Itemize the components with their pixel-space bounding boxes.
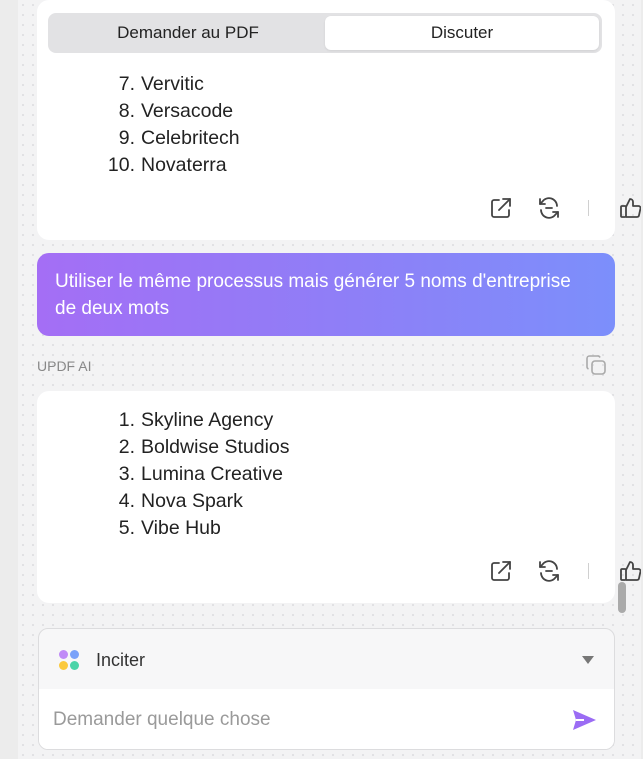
list-item: 5. Vibe Hub bbox=[118, 517, 221, 539]
thumbs-up-icon[interactable] bbox=[617, 194, 641, 222]
user-message: Utiliser le même processus mais générer … bbox=[37, 253, 615, 336]
composer: Inciter bbox=[38, 628, 615, 750]
tab-ask-pdf[interactable]: Demander au PDF bbox=[51, 16, 325, 50]
tab-chat[interactable]: Discuter bbox=[325, 16, 599, 50]
chat-panel: 7. Vervitic 8. Versacode 9. Celebritech 10.… bbox=[18, 0, 641, 759]
mode-tabs: Demander au PDF Discuter bbox=[48, 13, 602, 53]
list-item: 7. Vervitic bbox=[118, 73, 204, 95]
list-item: 1. Skyline Agency bbox=[118, 409, 274, 431]
divider bbox=[588, 563, 589, 579]
copy-icon[interactable] bbox=[583, 352, 609, 378]
regenerate-icon[interactable] bbox=[535, 557, 563, 585]
input-area bbox=[39, 689, 614, 749]
chevron-down-icon[interactable] bbox=[582, 656, 594, 664]
ask-input[interactable] bbox=[53, 704, 553, 736]
prompt-logo-icon bbox=[59, 650, 79, 670]
ai-label: UPDF AI bbox=[37, 358, 92, 374]
list-item: 4. Nova Spark bbox=[118, 490, 243, 512]
thumbs-up-icon[interactable] bbox=[617, 557, 641, 585]
send-icon[interactable] bbox=[570, 706, 598, 734]
company-name-list: 1. Skyline Agency 2. Boldwise Studios 3. Lu… bbox=[95, 407, 290, 542]
list-item: 2. Boldwise Studios bbox=[118, 436, 290, 458]
company-name-list: 7. Vervitic 8. Versacode 9. Celebritech 10.… bbox=[95, 71, 240, 179]
divider bbox=[588, 200, 589, 216]
prompt-label: Inciter bbox=[96, 650, 146, 670]
list-item: 3. Lumina Creative bbox=[118, 463, 283, 485]
list-item: 9. Celebritech bbox=[118, 127, 240, 149]
ai-response-card: 1. Skyline Agency 2. Boldwise Studios 3. Lu… bbox=[37, 391, 641, 603]
response-actions bbox=[375, 557, 641, 587]
response-actions bbox=[375, 194, 641, 224]
regenerate-icon[interactable] bbox=[535, 194, 563, 222]
list-item: 10. Novaterra bbox=[107, 154, 227, 176]
prompt-selector[interactable]: Inciter bbox=[39, 629, 614, 689]
share-icon[interactable] bbox=[487, 557, 515, 585]
scrollbar-thumb[interactable] bbox=[618, 582, 626, 613]
list-item: 8. Versacode bbox=[118, 100, 234, 122]
share-icon[interactable] bbox=[487, 194, 515, 222]
